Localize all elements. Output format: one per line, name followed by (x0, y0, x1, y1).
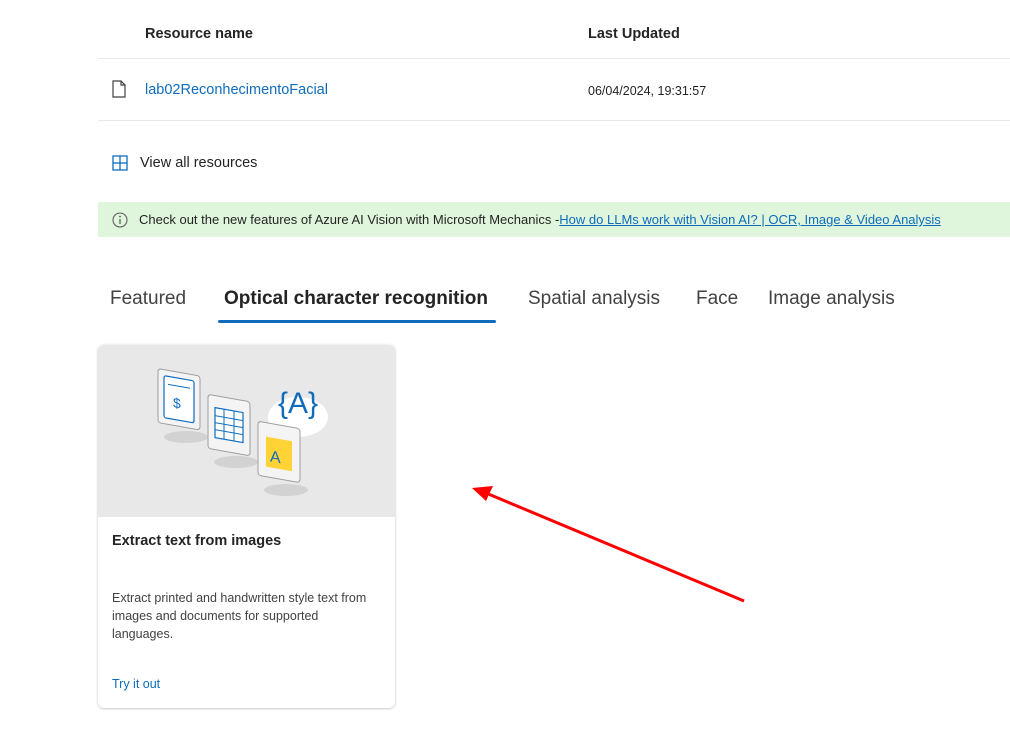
resources-table-header: Resource name Last Updated (98, 8, 1010, 59)
resource-name-link[interactable]: lab02ReconhecimentoFacial (145, 82, 328, 98)
svg-text:A: A (270, 447, 281, 467)
category-tabs: Featured Optical character recognition S… (98, 282, 1010, 324)
active-tab-indicator (218, 320, 496, 323)
svg-text:$: $ (173, 394, 181, 411)
tab-face[interactable]: Face (696, 288, 738, 310)
column-header-resource-name[interactable]: Resource name (145, 26, 253, 42)
ocr-documents-illustration: {A} $ A (157, 368, 328, 496)
tab-image-analysis[interactable]: Image analysis (768, 288, 895, 310)
try-it-out-link[interactable]: Try it out (112, 677, 160, 691)
last-updated-value: 06/04/2024, 19:31:57 (588, 84, 707, 98)
tab-spatial-analysis[interactable]: Spatial analysis (528, 288, 660, 310)
card-description: Extract printed and handwritten style te… (112, 591, 367, 641)
grid-icon (112, 155, 128, 171)
column-header-last-updated[interactable]: Last Updated (588, 26, 680, 42)
view-all-resources-label: View all resources (140, 155, 258, 171)
table-row: lab02ReconhecimentoFacial 06/04/2024, 19… (98, 59, 1010, 121)
tab-optical-character-recognition[interactable]: Optical character recognition (224, 288, 488, 310)
info-icon (112, 211, 128, 228)
banner-link[interactable]: How do LLMs work with Vision AI? | OCR, … (559, 212, 941, 227)
file-icon (112, 80, 126, 98)
card-title: Extract text from images (112, 533, 282, 549)
banner-text: Check out the new features of Azure AI V… (139, 212, 560, 227)
svg-text:{A}: {A} (278, 387, 318, 420)
card-hero-image: {A} $ A (98, 345, 395, 517)
extract-text-card[interactable]: {A} $ A Extract text from images Extract… (98, 345, 395, 708)
info-banner: Check out the new features of Azure AI V… (98, 202, 1010, 237)
tab-featured[interactable]: Featured (110, 288, 186, 310)
view-all-resources-button[interactable]: View all resources (112, 152, 257, 174)
